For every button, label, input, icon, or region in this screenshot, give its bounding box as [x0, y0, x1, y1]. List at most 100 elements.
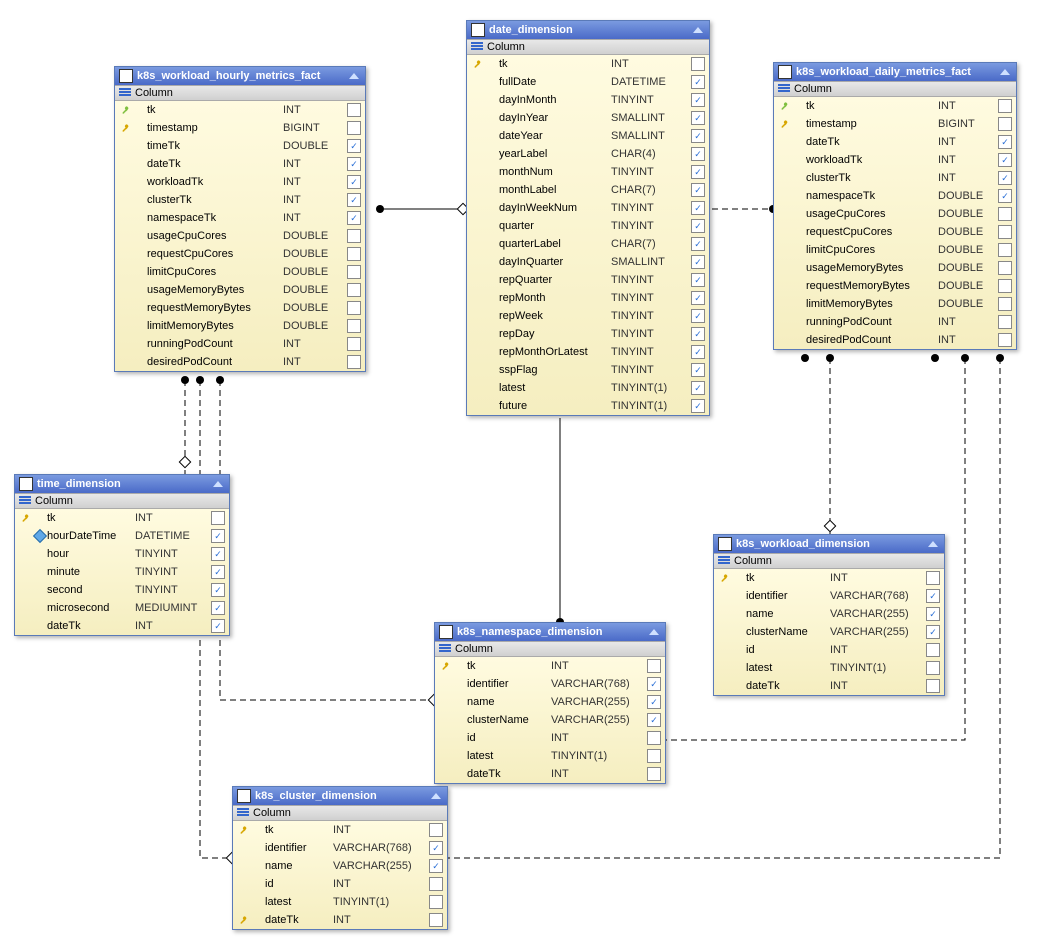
- table-header[interactable]: k8s_workload_daily_metrics_fact: [774, 63, 1016, 81]
- table-hourly[interactable]: k8s_workload_hourly_metrics_factColumntk…: [114, 66, 366, 372]
- checkbox[interactable]: [347, 211, 361, 225]
- checkbox[interactable]: [926, 571, 940, 585]
- checkbox[interactable]: [998, 261, 1012, 275]
- checkbox[interactable]: [998, 333, 1012, 347]
- checkbox[interactable]: [647, 713, 661, 727]
- table-header[interactable]: k8s_cluster_dimension: [233, 787, 447, 805]
- checkbox[interactable]: [691, 237, 705, 251]
- table-header[interactable]: k8s_workload_dimension: [714, 535, 944, 553]
- checkbox[interactable]: [211, 529, 225, 543]
- collapse-icon[interactable]: [647, 626, 661, 638]
- checkbox[interactable]: [347, 355, 361, 369]
- checkbox[interactable]: [691, 381, 705, 395]
- checkbox[interactable]: [998, 279, 1012, 293]
- checkbox[interactable]: [691, 291, 705, 305]
- checkbox[interactable]: [691, 111, 705, 125]
- checkbox[interactable]: [998, 243, 1012, 257]
- checkbox[interactable]: [211, 565, 225, 579]
- checkbox[interactable]: [347, 301, 361, 315]
- checkbox[interactable]: [347, 157, 361, 171]
- table-date[interactable]: date_dimensionColumntkINTfullDateDATETIM…: [466, 20, 710, 416]
- checkbox[interactable]: [926, 661, 940, 675]
- checkbox[interactable]: [691, 255, 705, 269]
- checkbox[interactable]: [691, 201, 705, 215]
- checkbox[interactable]: [647, 677, 661, 691]
- checkbox[interactable]: [691, 363, 705, 377]
- checkbox[interactable]: [347, 247, 361, 261]
- checkbox[interactable]: [691, 219, 705, 233]
- checkbox[interactable]: [691, 327, 705, 341]
- checkbox[interactable]: [347, 337, 361, 351]
- table-namespace[interactable]: k8s_namespace_dimensionColumntkINTidenti…: [434, 622, 666, 784]
- checkbox[interactable]: [211, 583, 225, 597]
- collapse-icon[interactable]: [691, 24, 705, 36]
- checkbox[interactable]: [647, 659, 661, 673]
- checkbox[interactable]: [998, 297, 1012, 311]
- table-header[interactable]: time_dimension: [15, 475, 229, 493]
- checkbox[interactable]: [691, 93, 705, 107]
- checkbox[interactable]: [998, 153, 1012, 167]
- checkbox[interactable]: [211, 511, 225, 525]
- checkbox[interactable]: [998, 135, 1012, 149]
- checkbox[interactable]: [347, 139, 361, 153]
- checkbox[interactable]: [429, 841, 443, 855]
- checkbox[interactable]: [347, 175, 361, 189]
- checkbox[interactable]: [998, 171, 1012, 185]
- checkbox[interactable]: [211, 601, 225, 615]
- checkbox[interactable]: [691, 147, 705, 161]
- checkbox[interactable]: [429, 877, 443, 891]
- checkbox[interactable]: [691, 309, 705, 323]
- collapse-icon[interactable]: [211, 478, 225, 490]
- checkbox[interactable]: [691, 399, 705, 413]
- checkbox[interactable]: [347, 265, 361, 279]
- checkbox[interactable]: [998, 315, 1012, 329]
- checkbox[interactable]: [691, 165, 705, 179]
- checkbox[interactable]: [347, 283, 361, 297]
- checkbox[interactable]: [691, 75, 705, 89]
- checkbox[interactable]: [647, 767, 661, 781]
- checkbox[interactable]: [347, 193, 361, 207]
- checkbox[interactable]: [647, 749, 661, 763]
- checkbox[interactable]: [347, 319, 361, 333]
- table-header[interactable]: k8s_workload_hourly_metrics_fact: [115, 67, 365, 85]
- column-row: usageMemoryBytesDOUBLE: [774, 259, 1016, 277]
- checkbox[interactable]: [647, 695, 661, 709]
- table-header[interactable]: date_dimension: [467, 21, 709, 39]
- checkbox[interactable]: [926, 589, 940, 603]
- checkbox[interactable]: [691, 345, 705, 359]
- checkbox[interactable]: [429, 913, 443, 927]
- checkbox[interactable]: [347, 103, 361, 117]
- checkbox[interactable]: [429, 823, 443, 837]
- checkbox[interactable]: [998, 117, 1012, 131]
- checkbox[interactable]: [347, 229, 361, 243]
- table-daily[interactable]: k8s_workload_daily_metrics_factColumntkI…: [773, 62, 1017, 350]
- checkbox[interactable]: [691, 57, 705, 71]
- checkbox[interactable]: [691, 183, 705, 197]
- checkbox[interactable]: [926, 643, 940, 657]
- checkbox[interactable]: [998, 189, 1012, 203]
- checkbox[interactable]: [998, 207, 1012, 221]
- column-row: quarterLabelCHAR(7): [467, 235, 709, 253]
- checkbox[interactable]: [926, 679, 940, 693]
- collapse-icon[interactable]: [998, 66, 1012, 78]
- checkbox[interactable]: [691, 129, 705, 143]
- checkbox[interactable]: [429, 895, 443, 909]
- collapse-icon[interactable]: [926, 538, 940, 550]
- table-cluster[interactable]: k8s_cluster_dimensionColumntkINTidentifi…: [232, 786, 448, 930]
- checkbox[interactable]: [211, 619, 225, 633]
- checkbox[interactable]: [429, 859, 443, 873]
- checkbox[interactable]: [647, 731, 661, 745]
- checkbox[interactable]: [926, 607, 940, 621]
- collapse-icon[interactable]: [347, 70, 361, 82]
- checkbox[interactable]: [211, 547, 225, 561]
- checkbox[interactable]: [926, 625, 940, 639]
- collapse-icon[interactable]: [429, 790, 443, 802]
- checkbox[interactable]: [998, 99, 1012, 113]
- column-row: dateTkINT: [714, 677, 944, 695]
- checkbox[interactable]: [347, 121, 361, 135]
- checkbox[interactable]: [998, 225, 1012, 239]
- checkbox[interactable]: [691, 273, 705, 287]
- table-time[interactable]: time_dimensionColumntkINThourDateTimeDAT…: [14, 474, 230, 636]
- table-workload[interactable]: k8s_workload_dimensionColumntkINTidentif…: [713, 534, 945, 696]
- table-header[interactable]: k8s_namespace_dimension: [435, 623, 665, 641]
